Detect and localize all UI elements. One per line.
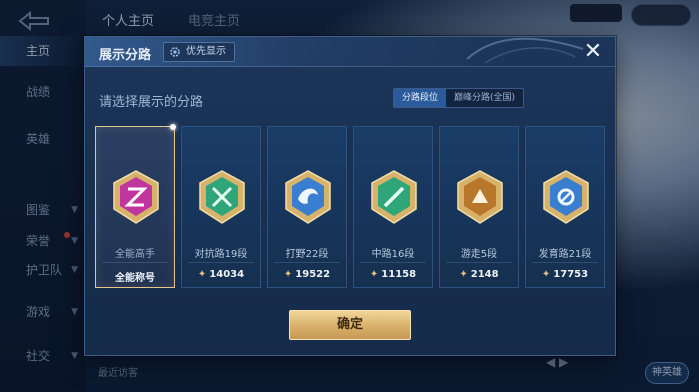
- lane-score-value: 17753: [553, 269, 589, 280]
- lane-score: ✦ 17753: [526, 269, 604, 280]
- lane-card[interactable]: 全能高手 全能称号: [95, 124, 176, 288]
- lane-display-dialog: 展示分路 优先显示 ✕ 请选择展示的分路 分路段位 巅峰分路(全国) 全能高手全…: [84, 36, 616, 356]
- gear-icon: [170, 47, 180, 57]
- lane-rank-label: 发育路21段: [538, 249, 592, 260]
- lane-score-value: 14034: [209, 269, 245, 280]
- farm-lane-emblem-icon: [540, 169, 592, 225]
- lane-rank-label: 中路16段: [371, 249, 415, 260]
- rank-type-toggle: 分路段位 巅峰分路(全国): [393, 88, 525, 108]
- lane-card[interactable]: 打野22段 ✦ 19522: [267, 126, 347, 288]
- dialog-header: 展示分路 优先显示 ✕: [85, 37, 615, 67]
- lane-card[interactable]: 对抗路19段 ✦ 14034: [181, 126, 261, 288]
- points-icon: ✦: [283, 269, 293, 280]
- points-icon: ✦: [459, 269, 468, 280]
- card-divider: [360, 262, 426, 263]
- lane-rank-label: 对抗路19段: [194, 249, 248, 260]
- priority-display-label: 优先显示: [186, 46, 226, 57]
- confirm-button[interactable]: 确定: [289, 310, 411, 340]
- decorative-swirl-icon: [466, 37, 584, 64]
- close-button[interactable]: ✕: [581, 41, 605, 65]
- points-icon: ✦: [197, 269, 207, 280]
- lane-score: 全能称号: [96, 269, 174, 284]
- lane-card[interactable]: 中路16段 ✦ 11158: [353, 126, 433, 288]
- card-divider: [188, 262, 254, 263]
- lane-score-value: 全能称号: [115, 273, 155, 284]
- select-lane-prompt: 请选择展示的分路: [99, 95, 204, 110]
- points-icon: ✦: [369, 269, 379, 280]
- lane-rank-label: 打野22段: [285, 249, 329, 260]
- lane-score: ✦ 14034: [182, 269, 260, 280]
- card-divider: [102, 262, 168, 263]
- points-icon: ✦: [541, 269, 551, 280]
- card-divider: [532, 262, 598, 263]
- dialog-title: 展示分路: [99, 48, 152, 63]
- tab-peak-lane-national[interactable]: 巅峰分路(全国): [446, 89, 524, 107]
- allround-emblem-icon: [110, 169, 162, 225]
- mid-lane-emblem-icon: [368, 169, 420, 225]
- lane-score-value: 2148: [470, 269, 499, 280]
- lane-score-value: 11158: [381, 269, 417, 280]
- lane-score: ✦ 19522: [268, 269, 346, 280]
- lane-card[interactable]: 游走5段 ✦ 2148: [439, 126, 519, 288]
- lane-score: ✦ 11158: [354, 269, 432, 280]
- priority-display-button[interactable]: 优先显示: [163, 42, 235, 62]
- tab-lane-rank[interactable]: 分路段位: [394, 89, 447, 107]
- roam-emblem-icon: [454, 169, 506, 225]
- clash-lane-emblem-icon: [196, 169, 248, 225]
- lane-rank-label: 全能高手: [115, 249, 155, 260]
- card-divider: [446, 262, 512, 263]
- lane-score-value: 19522: [295, 269, 331, 280]
- card-divider: [274, 262, 340, 263]
- lane-rank-label: 游走5段: [460, 249, 498, 260]
- lane-card[interactable]: 发育路21段 ✦ 17753: [525, 126, 605, 288]
- lane-score: ✦ 2148: [440, 269, 518, 280]
- selection-sparkle: [170, 124, 176, 130]
- jungle-emblem-icon: [282, 169, 334, 225]
